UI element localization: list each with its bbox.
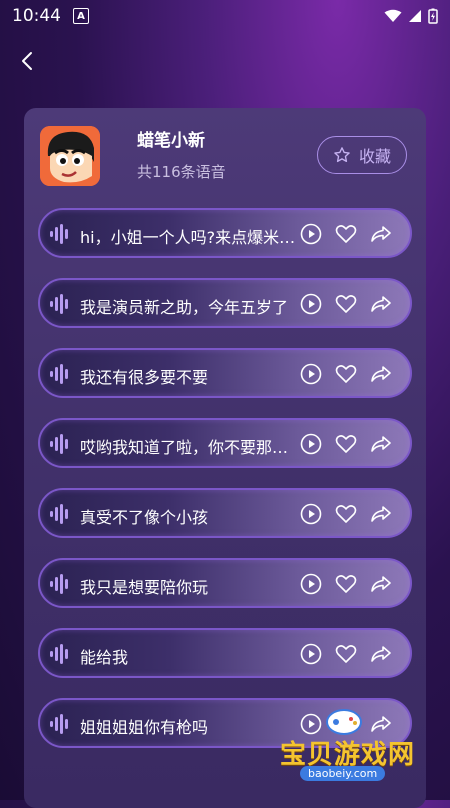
share-icon[interactable] xyxy=(370,643,392,665)
heart-icon[interactable] xyxy=(335,433,357,455)
voice-item[interactable]: 能给我 xyxy=(38,628,412,678)
heart-icon[interactable] xyxy=(335,573,357,595)
watermark-url: baobeiy.com xyxy=(300,766,386,781)
voice-item[interactable]: 我是演员新之助，今年五岁了 xyxy=(38,278,412,328)
audio-wave-icon xyxy=(50,714,68,734)
voice-item[interactable]: 我还有很多要不要 xyxy=(38,348,412,398)
back-button[interactable] xyxy=(12,46,42,76)
voice-item-text: 我只是想要陪你玩 xyxy=(80,578,209,597)
watermark: 宝贝游戏网 baobeiy.com xyxy=(272,704,422,784)
voice-item[interactable]: 我只是想要陪你玩 xyxy=(38,558,412,608)
gamepad-logo-icon xyxy=(326,709,362,735)
share-icon[interactable] xyxy=(370,363,392,385)
favorite-label: 收藏 xyxy=(358,147,391,166)
voice-pack-card: 蜡笔小新 共116条语音 收藏 hi，小姐一个人吗?来点爆米花吧 我是演员新之助… xyxy=(24,108,426,808)
wifi-icon xyxy=(384,9,402,22)
voice-list: hi，小姐一个人吗?来点爆米花吧 我是演员新之助，今年五岁了 我还有很多要不要 xyxy=(38,208,412,768)
heart-icon[interactable] xyxy=(335,293,357,315)
avatar xyxy=(40,126,100,186)
play-icon[interactable] xyxy=(300,223,322,245)
play-icon[interactable] xyxy=(300,573,322,595)
voice-item[interactable]: 哎哟我知道了啦，你不要那么凶嘛 xyxy=(38,418,412,468)
share-icon[interactable] xyxy=(370,573,392,595)
favorite-button[interactable]: 收藏 xyxy=(317,136,407,174)
play-icon[interactable] xyxy=(300,363,322,385)
status-time: 10:44 xyxy=(12,6,61,26)
audio-wave-icon xyxy=(50,644,68,664)
audio-wave-icon xyxy=(50,504,68,524)
share-icon[interactable] xyxy=(370,293,392,315)
signal-icon xyxy=(409,10,421,22)
notification-a-icon: A xyxy=(73,8,89,24)
heart-icon[interactable] xyxy=(335,223,357,245)
voice-item-text: 我是演员新之助，今年五岁了 xyxy=(80,298,289,317)
character-avatar-image xyxy=(40,126,100,186)
voice-item[interactable]: 真受不了像个小孩 xyxy=(38,488,412,538)
pack-title: 蜡笔小新 xyxy=(137,131,205,151)
audio-wave-icon xyxy=(50,294,68,314)
pack-count: 共116条语音 xyxy=(137,163,226,181)
chevron-left-icon xyxy=(22,52,32,70)
voice-item-text: 我还有很多要不要 xyxy=(80,368,209,387)
heart-icon[interactable] xyxy=(335,363,357,385)
audio-wave-icon xyxy=(50,574,68,594)
star-icon xyxy=(334,147,350,163)
audio-wave-icon xyxy=(50,364,68,384)
heart-icon[interactable] xyxy=(335,643,357,665)
share-icon[interactable] xyxy=(370,503,392,525)
battery-icon xyxy=(428,8,438,24)
play-icon[interactable] xyxy=(300,503,322,525)
voice-item-text: 哎哟我知道了啦，你不要那么凶嘛 xyxy=(80,438,296,457)
share-icon[interactable] xyxy=(370,223,392,245)
audio-wave-icon xyxy=(50,224,68,244)
share-icon[interactable] xyxy=(370,433,392,455)
voice-item-text: 真受不了像个小孩 xyxy=(80,508,209,527)
heart-icon[interactable] xyxy=(335,503,357,525)
voice-item-text: hi，小姐一个人吗?来点爆米花吧 xyxy=(80,228,296,247)
play-icon[interactable] xyxy=(300,433,322,455)
voice-item-text: 姐姐姐姐你有枪吗 xyxy=(80,718,209,737)
voice-item[interactable]: hi，小姐一个人吗?来点爆米花吧 xyxy=(38,208,412,258)
status-bar: 10:44 A xyxy=(0,0,450,32)
audio-wave-icon xyxy=(50,434,68,454)
play-icon[interactable] xyxy=(300,293,322,315)
voice-item-text: 能给我 xyxy=(80,648,129,667)
play-icon[interactable] xyxy=(300,643,322,665)
